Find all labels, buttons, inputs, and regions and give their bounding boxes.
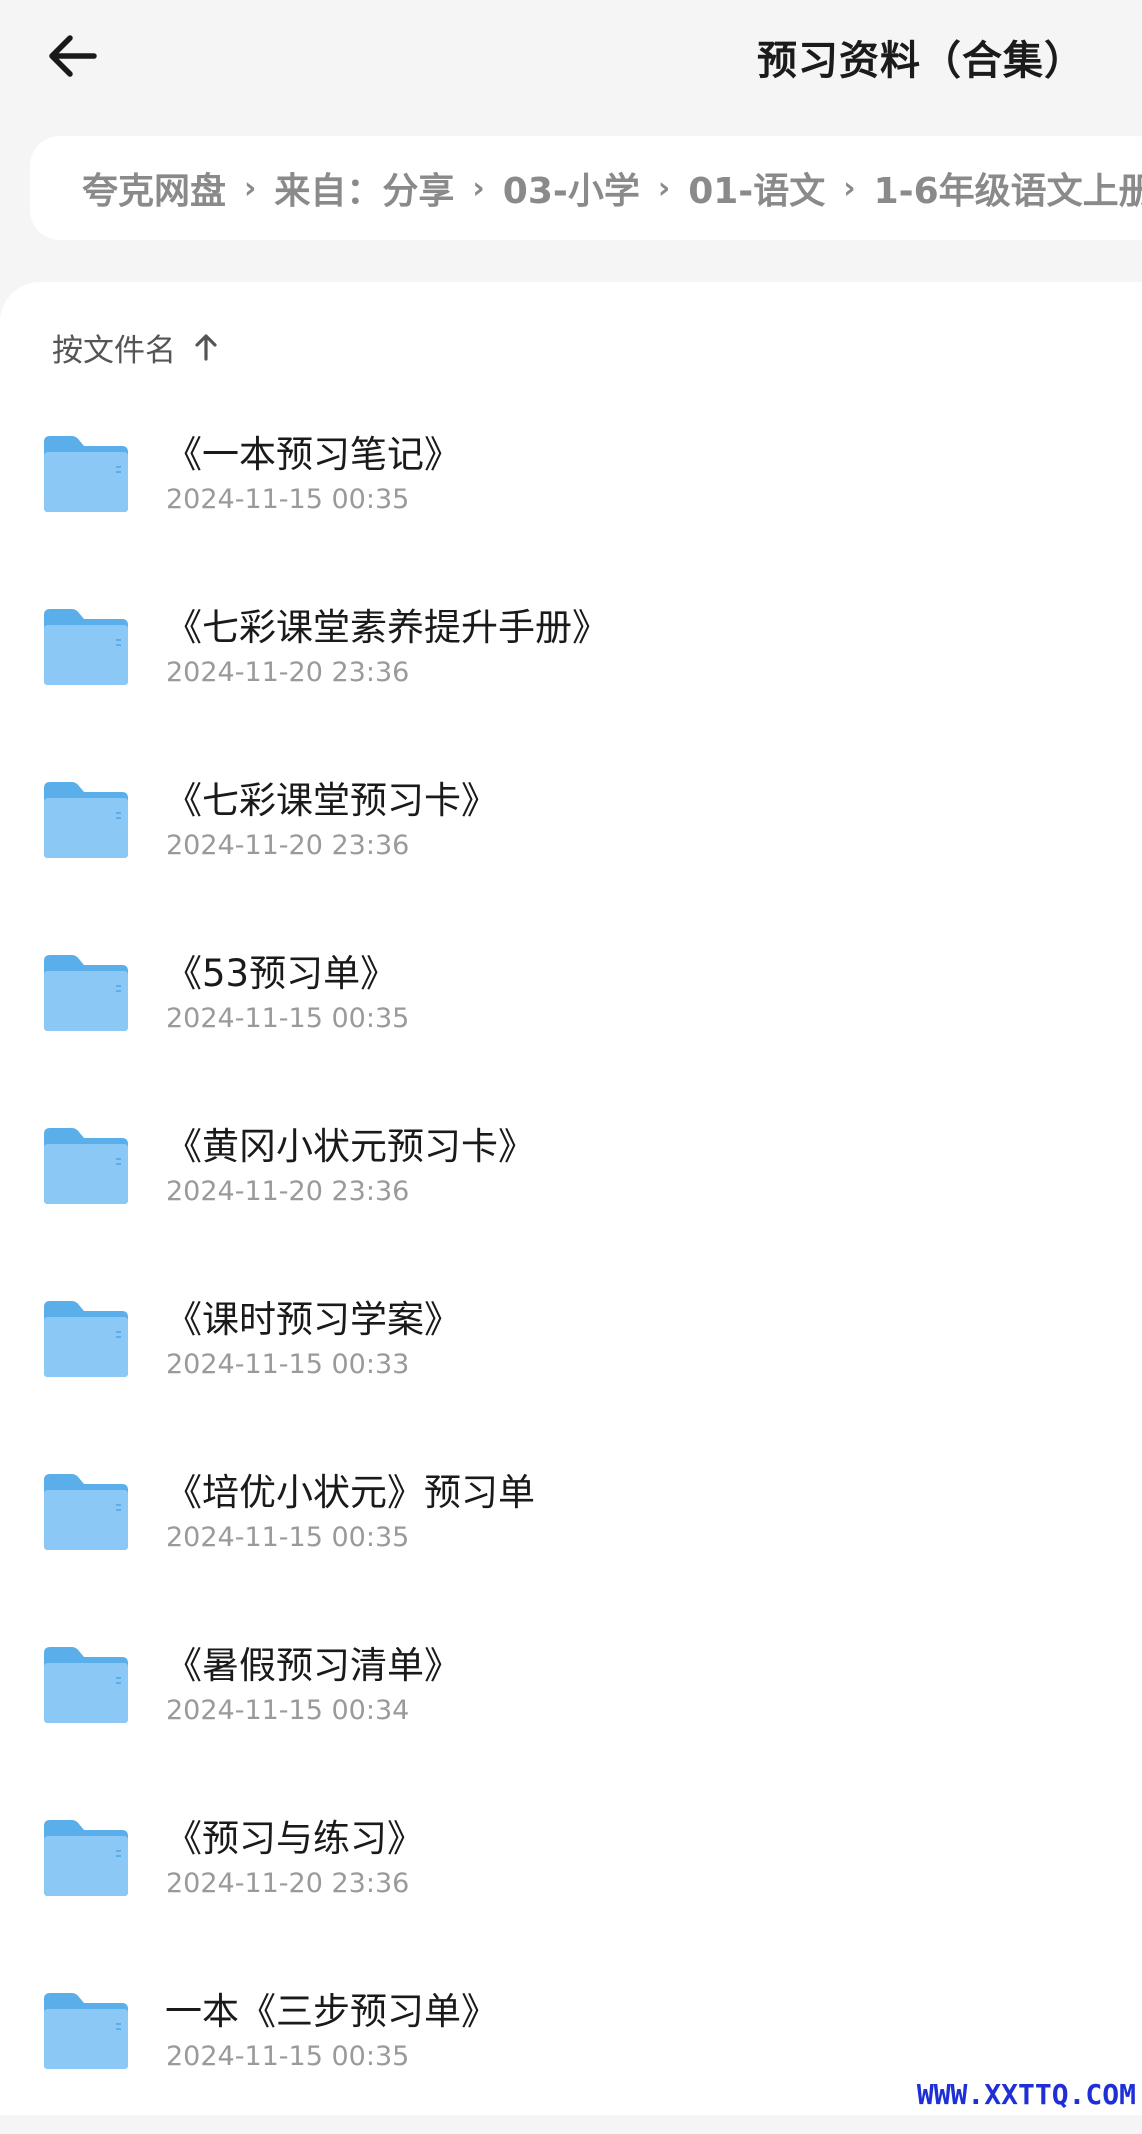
file-date: 2024-11-15 00:33 bbox=[166, 1349, 410, 1380]
breadcrumb-item-primary[interactable]: 03-小学 bbox=[503, 162, 640, 214]
folder-icon bbox=[44, 955, 128, 1031]
folder-icon bbox=[44, 1647, 128, 1723]
folder-icon bbox=[44, 1128, 128, 1204]
list-item[interactable]: 《课时预习学案》 2024-11-15 00:33 bbox=[0, 1269, 1142, 1442]
list-item[interactable]: 《一本预习笔记》 2024-11-15 00:35 bbox=[0, 404, 1142, 577]
arrow-left-icon bbox=[49, 35, 97, 77]
breadcrumb-bar: 夸克网盘 › 来自：分享 › 03-小学 › 01-语文 › 1-6年级语文上册 bbox=[30, 136, 1142, 240]
list-item[interactable]: 《培优小状元》预习单 2024-11-15 00:35 bbox=[0, 1442, 1142, 1615]
file-date: 2024-11-15 00:35 bbox=[166, 484, 410, 515]
arrow-up-icon bbox=[194, 333, 218, 361]
folder-icon bbox=[44, 1301, 128, 1377]
sort-label: 按文件名 bbox=[52, 332, 176, 369]
file-date: 2024-11-20 23:36 bbox=[166, 1176, 410, 1207]
chevron-right-icon: › bbox=[843, 170, 856, 206]
breadcrumb-item-shared[interactable]: 来自：分享 bbox=[274, 162, 454, 214]
file-list: 《一本预习笔记》 2024-11-15 00:35 《七彩课堂素养提升手册》 2… bbox=[0, 404, 1142, 2134]
file-date: 2024-11-20 23:36 bbox=[166, 1868, 410, 1899]
folder-icon bbox=[44, 436, 128, 512]
list-item[interactable]: 《黄冈小状元预习卡》 2024-11-20 23:36 bbox=[0, 1096, 1142, 1269]
chevron-right-icon: › bbox=[657, 170, 671, 206]
file-name: 《课时预习学案》 bbox=[165, 1298, 461, 1341]
file-name: 《暑假预习清单》 bbox=[165, 1644, 461, 1687]
file-name: 《预习与练习》 bbox=[165, 1817, 424, 1860]
file-name: 《53预习单》 bbox=[165, 952, 398, 995]
file-name: 《黄冈小状元预习卡》 bbox=[165, 1125, 535, 1168]
folder-icon bbox=[44, 609, 128, 685]
page-title: 预习资料（合集） bbox=[757, 38, 1085, 84]
list-item[interactable]: 《53预习单》 2024-11-15 00:35 bbox=[0, 923, 1142, 1096]
list-item[interactable]: 《暑假预习清单》 2024-11-15 00:34 bbox=[0, 1615, 1142, 1788]
folder-icon bbox=[44, 1474, 128, 1550]
chevron-right-icon: › bbox=[472, 170, 485, 206]
breadcrumb-item-grade[interactable]: 1-6年级语文上册 bbox=[874, 162, 1142, 214]
breadcrumb-item-chinese[interactable]: 01-语文 bbox=[688, 162, 825, 214]
sort-control[interactable]: 按文件名 bbox=[52, 322, 218, 372]
top-bar: 预习资料（合集） bbox=[0, 0, 1142, 120]
file-date: 2024-11-15 00:34 bbox=[166, 1695, 410, 1726]
folder-icon bbox=[44, 782, 128, 858]
breadcrumb-item-root[interactable]: 夸克网盘 bbox=[82, 162, 226, 214]
file-date: 2024-11-15 00:35 bbox=[166, 1003, 410, 1034]
watermark-text: WWW.XXTTQ.COM bbox=[916, 2078, 1136, 2111]
file-name: 一本《三步预习单》 bbox=[165, 1990, 498, 2033]
file-name: 《七彩课堂素养提升手册》 bbox=[165, 606, 609, 649]
file-list-panel: 按文件名 《一本预习笔记》 2024-11-15 00:35 《七彩课堂素养提升… bbox=[0, 282, 1142, 2115]
file-date: 2024-11-20 23:36 bbox=[166, 657, 410, 688]
breadcrumb: 夸克网盘 › 来自：分享 › 03-小学 › 01-语文 › 1-6年级语文上册 bbox=[82, 136, 1142, 240]
file-date: 2024-11-15 00:35 bbox=[166, 2041, 410, 2072]
file-name: 《七彩课堂预习卡》 bbox=[165, 779, 498, 822]
folder-icon bbox=[44, 1820, 128, 1896]
file-name: 《培优小状元》预习单 bbox=[165, 1471, 535, 1514]
list-item[interactable]: 《预习与练习》 2024-11-20 23:36 bbox=[0, 1788, 1142, 1961]
chevron-right-icon: › bbox=[244, 170, 257, 206]
file-name: 《一本预习笔记》 bbox=[165, 433, 461, 476]
list-item[interactable]: 《七彩课堂预习卡》 2024-11-20 23:36 bbox=[0, 750, 1142, 923]
list-item[interactable]: 《七彩课堂素养提升手册》 2024-11-20 23:36 bbox=[0, 577, 1142, 750]
file-date: 2024-11-15 00:35 bbox=[166, 1522, 410, 1553]
back-button[interactable] bbox=[40, 24, 104, 88]
folder-icon bbox=[44, 1993, 128, 2069]
file-date: 2024-11-20 23:36 bbox=[166, 830, 410, 861]
